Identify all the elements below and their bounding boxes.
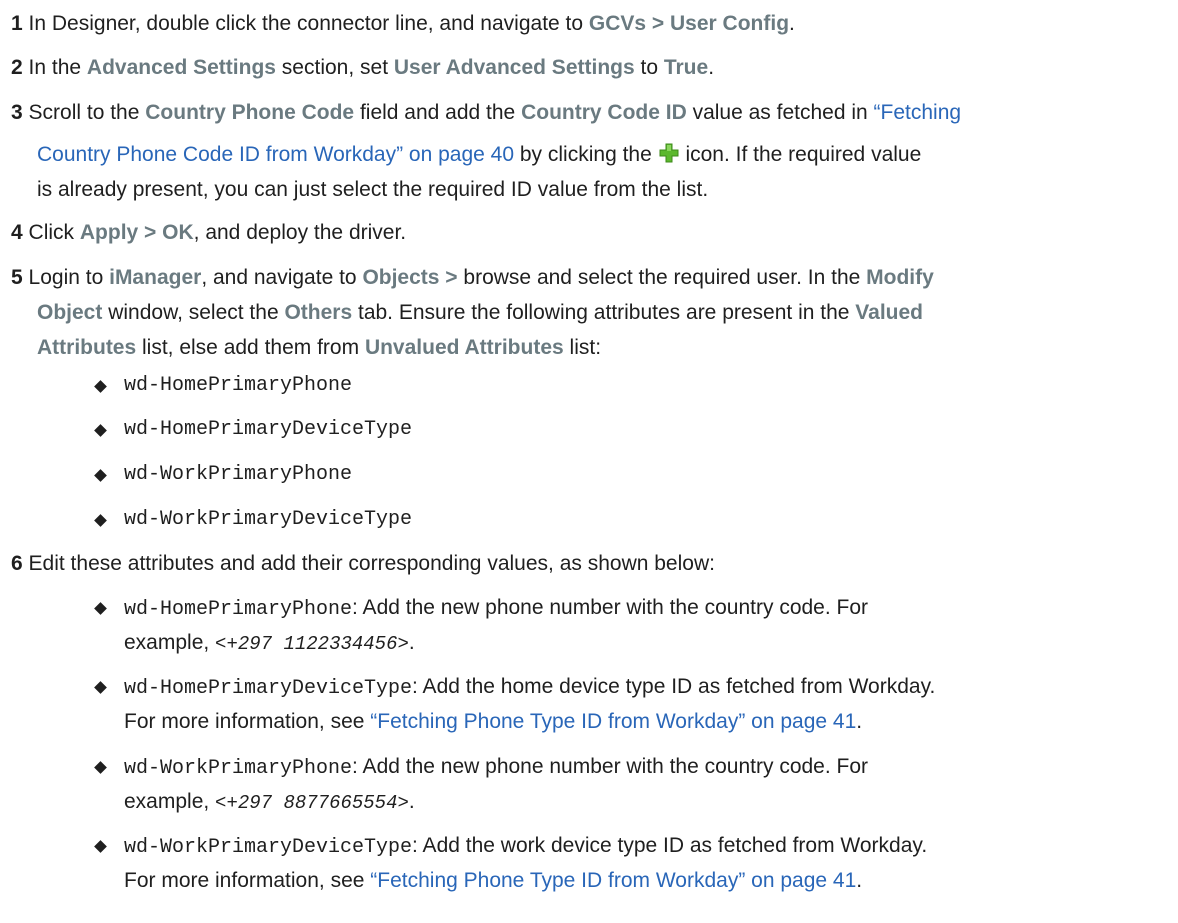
- list-item: wd-WorkPrimaryDeviceType: [124, 508, 413, 531]
- step-3-line-3: is already present, you can just select …: [37, 178, 709, 201]
- list-item-cont: example, <+297 1122334456>.: [124, 631, 415, 655]
- step-number: 2: [11, 56, 23, 79]
- list-item-cont: For more information, see “Fetching Phon…: [124, 710, 863, 733]
- ui-label-unvalued-attributes: Unvalued Attributes: [364, 336, 564, 359]
- bullet-icon: [94, 424, 107, 437]
- list-item: wd-WorkPrimaryPhone: Add the new phone n…: [124, 755, 869, 780]
- step-5-line-3: Attributes list, else add them from Unva…: [37, 336, 602, 359]
- step-5-line-2: Object window, select the Others tab. En…: [37, 301, 923, 324]
- list-item: wd-HomePrimaryPhone: [124, 374, 353, 397]
- green-plus-icon: [658, 142, 680, 164]
- ui-label-true: True: [663, 56, 709, 79]
- list-item-cont: For more information, see “Fetching Phon…: [124, 869, 863, 892]
- xref-link-phone-type[interactable]: “Fetching Phone Type ID from Workday” on…: [370, 869, 856, 892]
- step-number: 5: [11, 266, 23, 289]
- step-2: 2 In the Advanced Settings section, set …: [11, 56, 715, 79]
- step-1: 1 In Designer, double click the connecto…: [11, 12, 795, 35]
- bullet-icon: [94, 840, 107, 853]
- document-page: 1 In Designer, double click the connecto…: [0, 0, 1178, 923]
- step-number: 6: [11, 552, 23, 575]
- bullet-icon: [94, 469, 107, 482]
- bullet-icon: [94, 602, 107, 615]
- ui-label-imanager: iManager: [109, 266, 202, 289]
- step-5: 5 Login to iManager, and navigate to Obj…: [11, 266, 934, 289]
- ui-label-advanced-settings: Advanced Settings: [86, 56, 276, 79]
- ui-label-apply-ok: Apply > OK: [79, 221, 194, 244]
- ui-label-modify: Modify: [866, 266, 934, 289]
- ui-label-object: Object: [37, 301, 103, 324]
- step-6: 6 Edit these attributes and add their co…: [11, 552, 715, 575]
- xref-link-country-phone-code[interactable]: “Fetching: [874, 101, 962, 124]
- list-item-cont: example, <+297 8877665554>.: [124, 790, 415, 814]
- bullet-icon: [94, 514, 107, 527]
- list-item: wd-HomePrimaryPhone: Add the new phone n…: [124, 596, 869, 621]
- step-number: 3: [11, 101, 23, 124]
- step-3-line-2: Country Phone Code ID from Workday” on p…: [37, 142, 922, 166]
- list-item: wd-HomePrimaryDeviceType: Add the home d…: [124, 675, 936, 700]
- ui-label-valued: Valued: [855, 301, 923, 324]
- ui-label-gcvs-user-config: GCVs > User Config: [588, 12, 790, 35]
- bullet-icon: [94, 761, 107, 774]
- ui-label-objects: Objects >: [362, 266, 458, 289]
- list-item: wd-WorkPrimaryDeviceType: Add the work d…: [124, 834, 928, 859]
- list-item: wd-HomePrimaryDeviceType: [124, 418, 413, 441]
- xref-link-country-phone-code-cont[interactable]: Country Phone Code ID from Workday” on p…: [37, 143, 514, 166]
- ui-label-attributes: Attributes: [37, 336, 137, 359]
- bullet-icon: [94, 380, 107, 393]
- ui-label-country-phone-code: Country Phone Code: [145, 101, 355, 124]
- ui-label-user-advanced-settings: User Advanced Settings: [393, 56, 635, 79]
- ui-label-country-code-id: Country Code ID: [521, 101, 687, 124]
- step-number: 1: [11, 12, 23, 35]
- step-4: 4 Click Apply > OK, and deploy the drive…: [11, 221, 407, 244]
- step-number: 4: [11, 221, 23, 244]
- step-3: 3 Scroll to the Country Phone Code field…: [11, 101, 962, 124]
- list-item: wd-WorkPrimaryPhone: [124, 463, 353, 486]
- ui-label-others: Others: [284, 301, 353, 324]
- bullet-icon: [94, 681, 107, 694]
- xref-link-phone-type[interactable]: “Fetching Phone Type ID from Workday” on…: [370, 710, 856, 733]
